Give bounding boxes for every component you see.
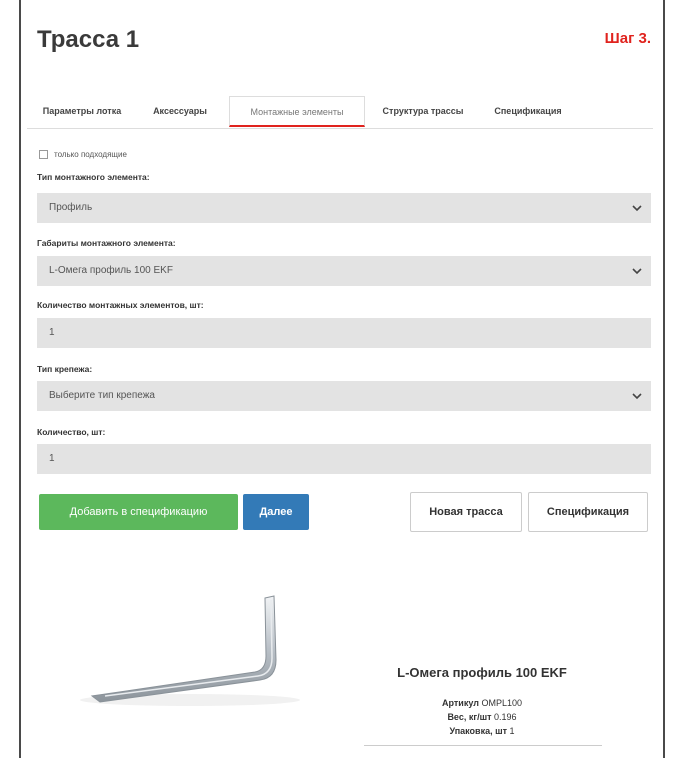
tab-mounting-elements[interactable]: Монтажные элементы bbox=[229, 96, 365, 127]
only-matching-checkbox[interactable] bbox=[39, 150, 48, 159]
mount-size-value: L-Омега профиль 100 EKF bbox=[49, 265, 173, 276]
chevron-down-icon bbox=[632, 268, 642, 275]
product-weight-row: Вес, кг/шт 0.196 bbox=[360, 712, 604, 722]
product-image bbox=[80, 595, 300, 706]
product-pack-label: Упаковка, шт bbox=[449, 726, 507, 736]
tab-accessories[interactable]: Аксессуары bbox=[143, 96, 217, 127]
mount-type-select[interactable]: Профиль bbox=[37, 193, 651, 223]
mount-type-value: Профиль bbox=[49, 202, 93, 213]
step-label: Шаг 3. bbox=[604, 30, 651, 47]
qty-input[interactable]: 1 bbox=[37, 444, 651, 474]
mount-count-value: 1 bbox=[49, 327, 55, 338]
fastener-type-select[interactable]: Выберите тип крепежа bbox=[37, 381, 651, 411]
page-title: Трасса 1 bbox=[37, 26, 140, 53]
product-sku-row: Артикул OMPL100 bbox=[360, 698, 604, 708]
new-route-button[interactable]: Новая трасса bbox=[410, 492, 522, 532]
tab-bar: Параметры лотка Аксессуары Монтажные эле… bbox=[27, 96, 653, 129]
chevron-down-icon bbox=[632, 393, 642, 400]
qty-value: 1 bbox=[49, 453, 55, 464]
next-button[interactable]: Далее bbox=[243, 494, 309, 530]
only-matching-label: только подходящие bbox=[54, 150, 127, 159]
qty-label: Количество, шт: bbox=[37, 427, 106, 437]
product-sku-value: OMPL100 bbox=[481, 698, 522, 708]
product-pack-value: 1 bbox=[509, 726, 515, 736]
mount-count-input[interactable]: 1 bbox=[37, 318, 651, 348]
mount-count-label: Количество монтажных элементов, шт: bbox=[37, 300, 204, 310]
add-to-spec-button[interactable]: Добавить в спецификацию bbox=[39, 494, 238, 530]
fastener-type-value: Выберите тип крепежа bbox=[49, 390, 155, 401]
product-weight-label: Вес, кг/шт bbox=[447, 712, 492, 722]
product-pack-row: Упаковка, шт 1 bbox=[360, 726, 604, 736]
chevron-down-icon bbox=[632, 205, 642, 212]
product-name: L-Омега профиль 100 EKF bbox=[397, 665, 567, 680]
fastener-type-label: Тип крепежа: bbox=[37, 364, 93, 374]
product-weight-value: 0.196 bbox=[494, 712, 517, 722]
only-matching-row[interactable]: только подходящие bbox=[39, 150, 127, 159]
mount-size-select[interactable]: L-Омега профиль 100 EKF bbox=[37, 256, 651, 286]
tab-specification[interactable]: Спецификация bbox=[479, 96, 577, 127]
tab-route-structure[interactable]: Структура трассы bbox=[375, 96, 471, 127]
specification-button[interactable]: Спецификация bbox=[528, 492, 648, 532]
mount-type-label: Тип монтажного элемента: bbox=[37, 172, 150, 182]
product-divider bbox=[364, 745, 602, 746]
tab-tray-params[interactable]: Параметры лотка bbox=[27, 96, 137, 127]
mount-size-label: Габариты монтажного элемента: bbox=[37, 238, 176, 248]
product-sku-label: Артикул bbox=[442, 698, 479, 708]
